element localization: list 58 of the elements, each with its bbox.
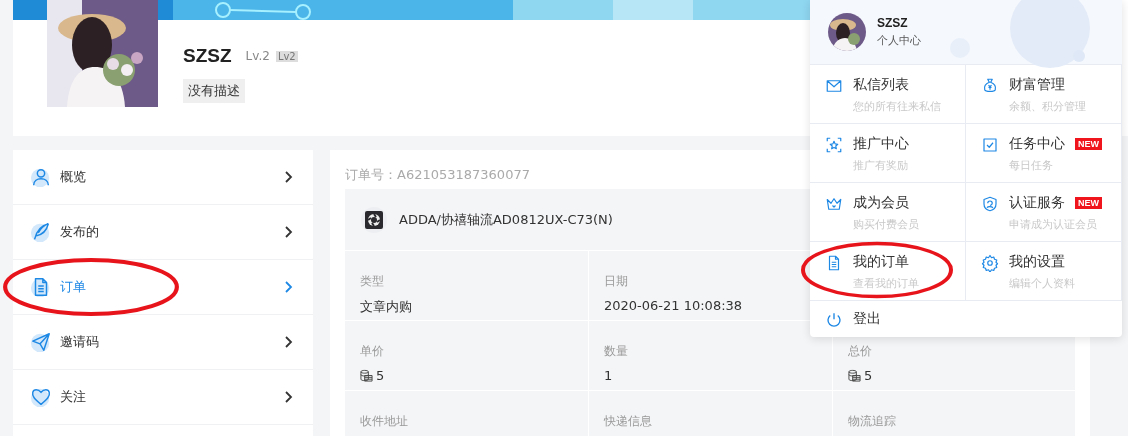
- logout-item[interactable]: 登出: [810, 301, 1122, 337]
- order-number: 订单号：A621053187360077: [345, 166, 530, 184]
- power-icon: [825, 310, 843, 329]
- field-label: 类型: [360, 273, 385, 290]
- product-name: ADDA/协禧轴流AD0812UX-C73(N): [399, 210, 613, 229]
- sidebar-item[interactable]: 发布的: [13, 205, 313, 260]
- menu-item-title: 私信列表: [853, 76, 909, 94]
- menu-item-title: 我的设置: [1009, 253, 1065, 271]
- field-label: 日期: [604, 273, 629, 290]
- star-icon: [825, 136, 843, 154]
- checkbox-icon: [981, 136, 999, 154]
- crown-icon: [825, 195, 843, 213]
- field-value: 1: [604, 368, 613, 383]
- field-value: 5: [376, 368, 385, 383]
- user-name: SZSZ: [877, 16, 909, 30]
- chevron-icon: [285, 226, 293, 238]
- field-label: 收件地址: [360, 413, 409, 430]
- menu-item-title: 我的订单: [853, 253, 909, 271]
- coin-stack-icon: [360, 369, 373, 382]
- field-label: 单价: [360, 343, 385, 360]
- chevron-icon: [285, 171, 293, 183]
- user-icon: [30, 166, 52, 188]
- chevron-icon: [285, 281, 293, 293]
- shield-icon: [981, 195, 999, 213]
- chevron-icon: [285, 391, 293, 403]
- menu-item-title: 成为会员: [853, 194, 909, 212]
- profile-link[interactable]: 个人中心: [877, 33, 921, 48]
- money-bag-icon: [981, 77, 999, 95]
- field-value: 5: [864, 368, 873, 383]
- sidebar-item[interactable]: 订单: [13, 260, 313, 315]
- menu-item-title: 任务中心: [1009, 135, 1065, 153]
- menu-item-title: 财富管理: [1009, 76, 1065, 94]
- sidebar-item[interactable]: 关注: [13, 370, 313, 425]
- description-tag: 没有描述: [183, 79, 245, 103]
- sidebar-item[interactable]: 概览: [13, 150, 313, 205]
- fan-icon: [361, 206, 387, 233]
- field-label: 快递信息: [604, 413, 653, 430]
- feather-icon: [30, 221, 52, 243]
- new-badge: NEW: [1075, 197, 1102, 209]
- mail-icon: [825, 77, 843, 95]
- field-label: 数量: [604, 343, 629, 360]
- heart-icon: [30, 386, 52, 408]
- user-name: SZSZ: [183, 45, 232, 67]
- sidebar-item[interactable]: 邀请码: [13, 315, 313, 370]
- field-value: 文章内购: [360, 298, 412, 316]
- coin-stack-icon: [848, 369, 861, 382]
- field-label: 物流追踪: [848, 413, 897, 430]
- menu-item-title: 认证服务: [1009, 194, 1065, 212]
- menu-item-title: 推广中心: [853, 135, 909, 153]
- new-badge: NEW: [1075, 138, 1102, 150]
- chevron-icon: [285, 336, 293, 348]
- level-badge: Lv2: [275, 50, 298, 62]
- settings-icon: [981, 254, 999, 272]
- field-value: 2020-06-21 10:08:38: [604, 298, 743, 313]
- level-text: Lv.2: [245, 49, 270, 63]
- field-label: 总价: [848, 343, 873, 360]
- paper-plane-icon: [30, 331, 52, 353]
- document-icon: [30, 276, 52, 298]
